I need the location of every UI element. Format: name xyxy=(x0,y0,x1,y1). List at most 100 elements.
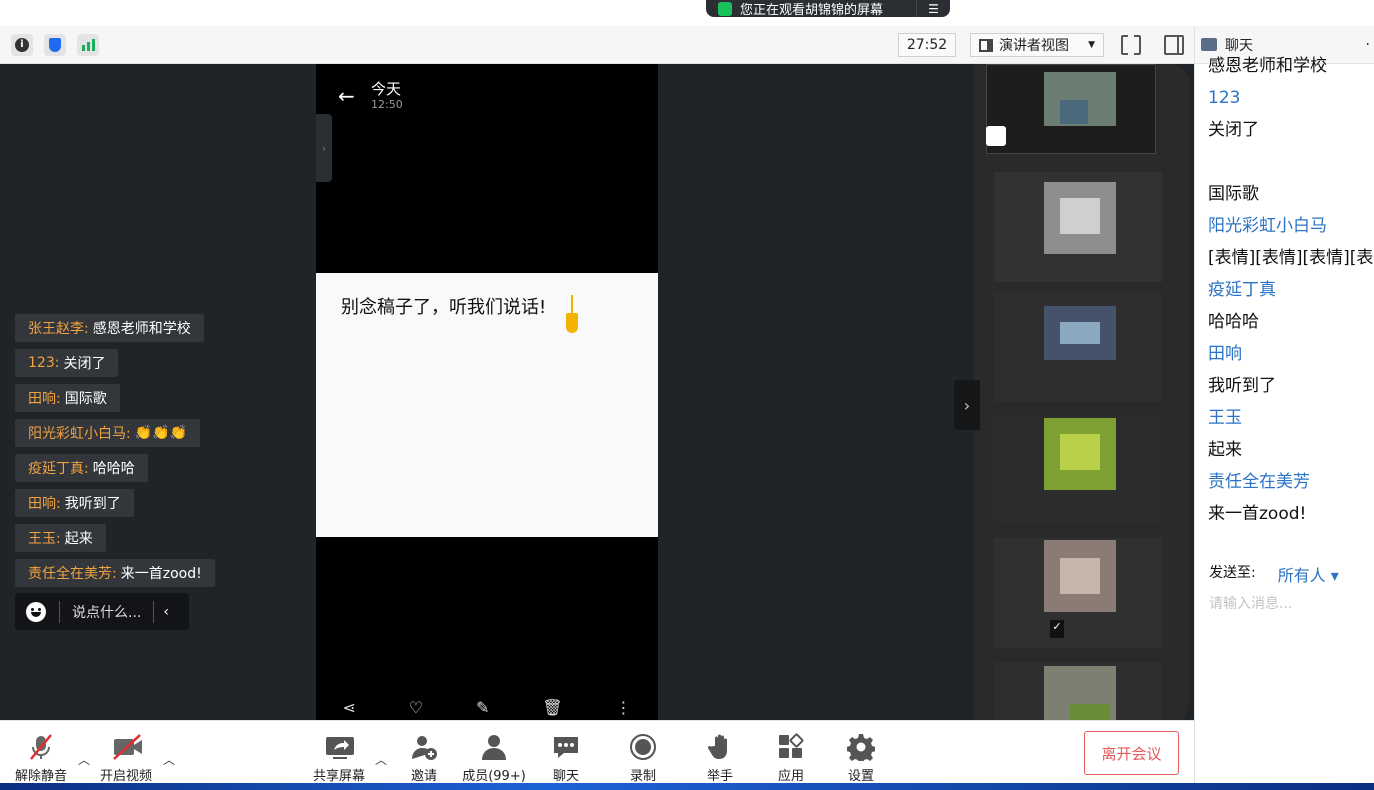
view-mode-label: 演讲者视图 xyxy=(999,38,1069,54)
leave-meeting-button[interactable]: 离开会议 xyxy=(1084,731,1179,775)
list-icon[interactable]: ☰ xyxy=(916,0,950,17)
trash-icon: 🗑 xyxy=(542,697,563,717)
danmaku-text: 感恩老师和学校 xyxy=(92,321,191,337)
send-to-row: 发送至: 所有人 ▾ xyxy=(1209,562,1339,586)
danmaku-text: 👏👏👏 xyxy=(134,425,188,441)
danmaku-sender: 张王赵李: xyxy=(28,321,89,337)
danmaku-bubble: 王玉: 起来 xyxy=(15,524,106,552)
danmaku-sender: 123: xyxy=(28,355,60,371)
danmaku-bubble: 田响: 我听到了 xyxy=(15,489,134,517)
chat-sender: 责任全在美芳 xyxy=(1208,472,1310,492)
collapse-strip-button[interactable]: › xyxy=(954,380,980,430)
danmaku-row: 张王赵李: 感恩老师和学校 xyxy=(15,314,215,349)
more-icon: ⋮ xyxy=(615,697,632,717)
start-video-label: 开启视频 xyxy=(99,769,152,784)
note-day: 今天 xyxy=(371,80,402,98)
record-label: 录制 xyxy=(629,769,656,784)
video-off-icon xyxy=(112,733,142,761)
chat-message: 起来 xyxy=(1208,440,1242,460)
danmaku-bubble: 阳光彩虹小白马: 👏👏👏 xyxy=(15,419,201,447)
danmaku-text: 哈哈哈 xyxy=(92,461,135,477)
share-icon: ⋖ xyxy=(342,697,356,717)
danmaku-sender: 田响: xyxy=(28,391,61,407)
apps-button[interactable]: 应用 xyxy=(761,733,821,784)
chat-message: 关闭了 xyxy=(1208,120,1259,140)
participant-video-strip[interactable]: ✓ xyxy=(974,64,1190,736)
chat-panel: 聊天 · 感恩老师和学校 123 关闭了 国际歌 阳光彩虹小白马 [表情][表情][表情]… xyxy=(1194,26,1374,790)
heart-icon: ♡ xyxy=(408,697,424,717)
chat-bubble-icon xyxy=(552,733,580,761)
recipient-select[interactable]: 所有人 ▾ xyxy=(1278,562,1339,586)
side-panel-icon[interactable] xyxy=(1164,35,1184,55)
chat-message: 哈哈哈 xyxy=(1208,312,1259,332)
chevron-up-icon[interactable]: ︿ xyxy=(375,751,387,768)
add-user-icon xyxy=(410,733,438,761)
chat-message-list[interactable]: 感恩老师和学校 123 关闭了国际歌阳光彩虹小白马 [表情][表情][表情][表情] 疫… xyxy=(1208,50,1374,520)
chat-sender: 阳光彩虹小白马 xyxy=(1208,216,1327,236)
danmaku-bubble: 责任全在美芳: 来一首zood! xyxy=(15,559,215,587)
fullscreen-icon[interactable] xyxy=(1121,35,1141,55)
pen-icon: ✎ xyxy=(476,697,490,717)
chat-message: 国际歌 xyxy=(1208,184,1259,204)
danmaku-row: 123: 关闭了 xyxy=(15,349,215,384)
note-toolbar: ⋖ ♡ ✎ 🗑 ⋮ xyxy=(316,694,658,720)
danmaku-row: 田响: 我听到了 xyxy=(15,489,215,524)
meeting-timer: 27:52 xyxy=(898,33,956,57)
shield-icon[interactable] xyxy=(44,33,66,56)
gear-icon xyxy=(846,733,876,764)
phone-side-tab: › xyxy=(316,114,332,182)
note-time: 12:50 xyxy=(371,98,403,111)
note-card: 别念稿子了，听我们说话! xyxy=(316,273,658,537)
meeting-toolbar: 解除静音 ︿ 开启视频 ︿ 共享屏幕 ︿ 邀请 成员(99+) 聊天 录制 举手… xyxy=(0,720,1194,790)
chat-message: 来一首zood! xyxy=(1208,504,1307,520)
invite-label: 邀请 xyxy=(410,769,437,784)
chat-input[interactable]: 请输入消息... xyxy=(1209,593,1292,613)
danmaku-bubble: 张王赵李: 感恩老师和学校 xyxy=(15,314,204,342)
chevron-up-icon[interactable]: ︿ xyxy=(163,751,175,768)
back-arrow-icon: ← xyxy=(338,84,355,108)
share-screen-icon xyxy=(718,1,732,16)
danmaku-row: 责任全在美芳: 来一首zood! xyxy=(15,559,215,594)
danmaku-input[interactable]: 说点什么... ‹ xyxy=(15,593,189,630)
raise-hand-button[interactable]: 举手 xyxy=(690,733,750,784)
chat-sender: 王玉 xyxy=(1208,408,1242,428)
share-screen-button[interactable]: 共享屏幕 xyxy=(309,733,369,784)
chevron-up-icon[interactable]: ︿ xyxy=(78,751,90,768)
danmaku-chat-overlay: 张王赵李: 感恩老师和学校 123: 关闭了 田响: 国际歌 阳光彩虹小白马: 👏👏👏 疫延丁真… xyxy=(15,314,215,594)
os-taskbar xyxy=(0,783,1374,790)
danmaku-text: 我听到了 xyxy=(64,496,121,512)
chat-sender: 疫延丁真 xyxy=(1208,280,1276,300)
shared-phone-screen: ← 今天 12:50 别念稿子了，听我们说话! ⋖ ♡ ✎ 🗑 ⋮ xyxy=(316,64,658,720)
record-icon xyxy=(629,733,657,761)
share-screen-icon xyxy=(325,733,354,761)
unmute-label: 解除静音 xyxy=(14,769,67,784)
banner-text: 您正在观看胡锦锦的屏幕 xyxy=(740,3,884,18)
settings-button[interactable]: 设置 xyxy=(831,733,891,784)
danmaku-row: 王玉: 起来 xyxy=(15,524,215,559)
emoji-icon[interactable] xyxy=(26,601,46,622)
signal-icon[interactable] xyxy=(77,33,99,56)
danmaku-bubble: 田响: 国际歌 xyxy=(15,384,120,412)
danmaku-text: 关闭了 xyxy=(63,356,106,372)
chat-button[interactable]: 聊天 xyxy=(536,733,596,784)
invite-button[interactable]: 邀请 xyxy=(394,733,454,784)
speaker-view-icon xyxy=(979,38,993,52)
record-button[interactable]: 录制 xyxy=(613,733,673,784)
apps-label: 应用 xyxy=(777,769,804,784)
start-video-button[interactable]: 开启视频 xyxy=(96,733,156,784)
chat-message: 感恩老师和学校 xyxy=(1208,56,1327,76)
danmaku-text: 国际歌 xyxy=(64,391,107,407)
divider xyxy=(59,600,60,623)
members-button[interactable]: 成员(99+) xyxy=(462,733,526,784)
chat-label: 聊天 xyxy=(552,769,579,784)
chat-sender: 田响 xyxy=(1208,344,1242,364)
info-icon[interactable]: i xyxy=(11,33,33,56)
chevron-left-icon[interactable]: ‹ xyxy=(163,604,169,620)
raise-hand-label: 举手 xyxy=(706,769,733,784)
danmaku-sender: 疫延丁真: xyxy=(28,461,89,477)
unmute-button[interactable]: 解除静音 xyxy=(11,733,71,784)
view-mode-select[interactable]: 演讲者视图 ▼ xyxy=(970,33,1104,57)
members-label: 成员(99+) xyxy=(462,769,526,784)
muted-mic-icon xyxy=(27,733,55,761)
danmaku-placeholder[interactable]: 说点什么... xyxy=(72,602,141,622)
